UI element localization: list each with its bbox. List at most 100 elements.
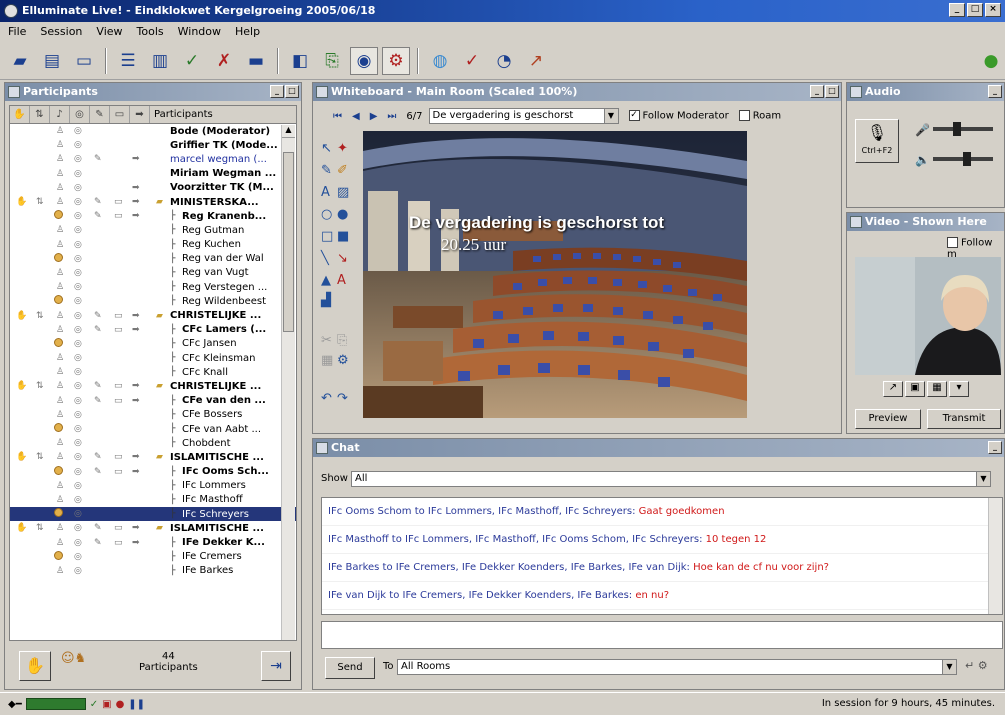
audio-minimize-button[interactable]: _ xyxy=(988,85,1002,98)
pointer-tool-icon[interactable]: ↖ xyxy=(321,141,332,156)
screen-grab-tool-icon[interactable]: ▟ xyxy=(321,293,331,308)
raise-hand-button[interactable]: ✋ xyxy=(19,651,51,681)
video-zoom-icon[interactable]: ↗ xyxy=(883,381,903,397)
chat-col-icon[interactable]: ◎ xyxy=(70,106,90,123)
participant-row[interactable]: ✋ ⇅ ♙ ◎ ✎ ▭ ➡ ▰ CHRISTELIJKE ... xyxy=(10,379,296,393)
chart-icon[interactable]: ▥ xyxy=(146,47,174,75)
line-tool-icon[interactable]: ╲ xyxy=(321,251,329,266)
share-icon[interactable]: ⚙ xyxy=(382,46,410,75)
participants-restore-button[interactable]: □ xyxy=(285,85,299,98)
export-icon[interactable]: ⎘ xyxy=(318,47,346,75)
participant-row[interactable]: ✋ ⇅ ♙ ◎ ✎ ▭ ➡ ▰ ISLAMITISCHE ... xyxy=(10,450,296,464)
cut-tool-icon[interactable]: ✂ xyxy=(321,333,332,348)
layout-icon[interactable]: ▭ xyxy=(70,47,98,75)
arrow-tool-icon[interactable]: ↘ xyxy=(337,251,348,266)
chat-messages[interactable]: IFc Ooms Schom to IFc Lommers, IFc Masth… xyxy=(321,497,1003,615)
globe-icon[interactable]: ◍ xyxy=(426,47,454,75)
arrow-icon[interactable]: ➡ xyxy=(130,106,150,123)
participant-row[interactable]: ♙ ◎ ✎ ▭ ➡ ├ CFe van den ... xyxy=(10,394,296,408)
text-tool-icon[interactable]: A xyxy=(321,185,330,200)
whiteboard-slide[interactable]: De vergadering is geschorst tot 20.25 uu… xyxy=(363,131,747,418)
next-page-icon[interactable]: ▶ xyxy=(370,111,378,122)
menu-file[interactable]: File xyxy=(8,22,26,42)
participants-header-label[interactable]: Participants xyxy=(150,109,213,120)
whiteboard-minimize-button[interactable]: _ xyxy=(810,85,824,98)
rect-tool-icon[interactable]: □ xyxy=(321,229,333,244)
participant-row[interactable]: ✋ ⇅ ♙ ◎ ✎ ▭ ➡ ▰ MINISTERSKA... xyxy=(10,195,296,209)
paste-tool-icon[interactable]: ▦ xyxy=(321,353,333,368)
emoticon-icon[interactable]: ☺♞ xyxy=(61,651,86,666)
participant-row[interactable]: ◎ ├ Reg Wildenbeest xyxy=(10,294,296,308)
follow-moderator-checkbox[interactable]: ✓ Follow Moderator xyxy=(628,110,729,122)
screen-icon[interactable]: ▭ xyxy=(110,106,130,123)
transmit-button[interactable]: Transmit xyxy=(927,409,1001,429)
print-icon[interactable]: ▤ xyxy=(38,47,66,75)
graph-icon[interactable]: ↗ xyxy=(522,47,550,75)
undo-tool-icon[interactable]: ↶ xyxy=(321,391,332,406)
tool-icon[interactable]: ✗ xyxy=(210,47,238,75)
participant-row[interactable]: ♙ ◎ ├ IFe Barkes xyxy=(10,564,296,578)
send-button[interactable]: Send xyxy=(325,657,375,679)
chevron-down-icon[interactable]: ▼ xyxy=(603,109,618,123)
green-icon[interactable]: ● xyxy=(977,47,1005,75)
participant-row[interactable]: ♙ ◎ ➡ Voorzitter TK (M... xyxy=(10,181,296,195)
chevron-down-icon[interactable]: ▼ xyxy=(942,660,956,674)
chat-filter-select[interactable]: All ▼ xyxy=(351,471,991,487)
chat-options-icon[interactable]: ↵ ⚙ xyxy=(965,659,988,672)
scroll-up-icon[interactable]: ▲ xyxy=(282,125,295,138)
chat-minimize-button[interactable]: _ xyxy=(988,441,1002,454)
participant-row[interactable]: ♙ ◎ ├ Chobdent xyxy=(10,436,296,450)
maximize-button[interactable]: □ xyxy=(967,3,983,17)
exit-button[interactable]: ⇥ xyxy=(261,651,291,681)
participant-row[interactable]: ♙ ◎ ✎ ▭ ➡ ├ IFe Dekker K... xyxy=(10,535,296,549)
preview-button[interactable]: Preview xyxy=(855,409,921,429)
list-icon[interactable]: ☰ xyxy=(114,47,142,75)
clipart-tool-icon[interactable]: ▲ xyxy=(321,273,331,288)
laser-tool-icon[interactable]: ✦ xyxy=(337,141,348,156)
chat-recipient-select[interactable]: All Rooms ▼ xyxy=(397,659,957,675)
participant-row[interactable]: ◎ ├ Reg van der Wal xyxy=(10,252,296,266)
chat-input[interactable] xyxy=(321,621,1003,649)
last-page-icon[interactable]: ⏭ xyxy=(387,111,396,122)
prev-page-icon[interactable]: ◀ xyxy=(352,111,360,122)
menu-tools[interactable]: Tools xyxy=(137,22,164,42)
participant-row[interactable]: ◎ ├ CFc Jansen xyxy=(10,337,296,351)
participant-row[interactable]: ♙ ◎ ├ IFc Lommers xyxy=(10,479,296,493)
mic-volume-slider[interactable] xyxy=(933,122,993,136)
participant-row[interactable]: ♙ ◎ Griffier TK (Mode... xyxy=(10,138,296,152)
menu-view[interactable]: View xyxy=(96,22,122,42)
pen-tool-icon[interactable]: ✎ xyxy=(321,163,332,178)
hand-icon[interactable]: ✋ xyxy=(10,106,30,123)
sort-icon[interactable]: ⇅ xyxy=(30,106,50,123)
participant-row[interactable]: ♙ ◎ ├ Reg Kuchen xyxy=(10,238,296,252)
video-grid-icon[interactable]: ▦ xyxy=(927,381,947,397)
participant-row[interactable]: ♙ ◎ ├ Reg Gutman xyxy=(10,223,296,237)
participant-row[interactable]: ♙ ◎ ├ IFc Masthoff xyxy=(10,493,296,507)
participant-row[interactable]: ◎ ├ IFe Cremers xyxy=(10,550,296,564)
chevron-down-icon[interactable]: ▼ xyxy=(976,472,990,486)
talk-button[interactable]: 🎙 Ctrl+F2 xyxy=(855,119,899,163)
whiteboard-restore-button[interactable]: □ xyxy=(825,85,839,98)
participants-minimize-button[interactable]: _ xyxy=(270,85,284,98)
save-icon[interactable]: ▰ xyxy=(6,47,34,75)
participant-row[interactable]: ✋ ⇅ ♙ ◎ ✎ ▭ ➡ ▰ ISLAMITISCHE ... xyxy=(10,521,296,535)
copy-tool-icon[interactable]: ⎘ xyxy=(337,333,347,348)
marker-tool-icon[interactable]: ✐ xyxy=(337,163,348,178)
participant-row[interactable]: ♙ ◎ ✎ ➡ marcel wegman (... xyxy=(10,152,296,166)
menu-help[interactable]: Help xyxy=(235,22,260,42)
participant-row[interactable]: ♙ ◎ ✎ ▭ ➡ ├ CFc Lamers (... xyxy=(10,323,296,337)
participant-list[interactable]: ✋ ⇅ ♪ ◎ ✎ ▭ ➡ Participants ♙ ◎ Bode (Moder… xyxy=(9,105,297,641)
video-settings-icon[interactable]: ▣ xyxy=(905,381,925,397)
menu-session[interactable]: Session xyxy=(40,22,82,42)
circle-tool-icon[interactable]: ○ xyxy=(321,207,332,222)
participant-row[interactable]: ◎ ├ IFc Schreyers xyxy=(10,507,296,522)
participant-row[interactable]: ♙ ◎ ├ Reg van Vugt xyxy=(10,266,296,280)
eye-icon[interactable]: ◉ xyxy=(350,46,378,75)
scroll-thumb[interactable] xyxy=(283,152,294,332)
chat-scrollbar[interactable] xyxy=(988,498,1002,614)
window-icon[interactable]: ◧ xyxy=(286,47,314,75)
participant-row[interactable]: ♙ ◎ ├ CFc Kleinsman xyxy=(10,351,296,365)
timer-icon[interactable]: ◔ xyxy=(490,47,518,75)
check-icon[interactable]: ✓ xyxy=(178,47,206,75)
participant-row[interactable]: ♙ ◎ ├ Reg Verstegen ... xyxy=(10,280,296,294)
